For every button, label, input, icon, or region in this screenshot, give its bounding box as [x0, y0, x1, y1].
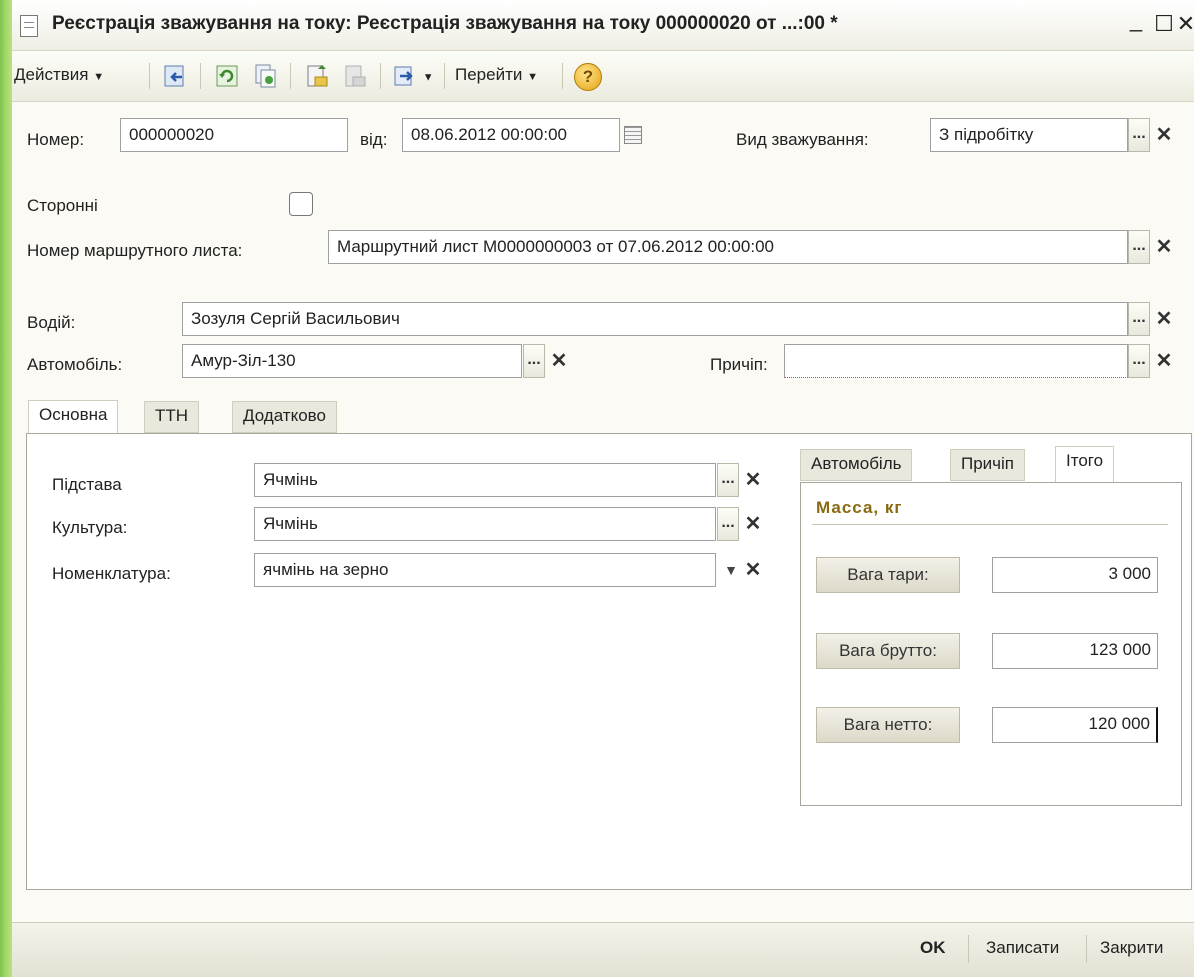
date-label: від:: [360, 130, 388, 149]
route-list-label: Номер маршрутного листа:: [27, 241, 243, 260]
subtab-car[interactable]: Автомобіль: [800, 449, 913, 481]
enter-on-basis-button[interactable]: ▼: [392, 63, 434, 89]
driver-label: Водій:: [27, 313, 76, 332]
basis-select-button[interactable]: ...: [717, 463, 739, 497]
ok-button[interactable]: OK: [920, 938, 946, 958]
copy-document-icon[interactable]: [252, 63, 278, 89]
help-icon[interactable]: ?: [574, 63, 602, 91]
toolbar-separator: [290, 63, 291, 89]
mass-heading: Масса, кг: [816, 498, 903, 517]
nomenclature-field[interactable]: ячмінь на зерно: [254, 553, 716, 587]
toolbar: Действия ▼ ▼ Перейти ▼ ?: [12, 51, 1194, 102]
route-list-select-button[interactable]: ...: [1128, 230, 1150, 264]
net-weight-field[interactable]: 120 000: [992, 707, 1158, 743]
close-button[interactable]: ✕: [1172, 8, 1194, 40]
chevron-down-icon: ▼: [422, 71, 434, 84]
trailer-select-button[interactable]: ...: [1128, 344, 1150, 378]
chevron-down-icon: ▼: [527, 71, 538, 83]
car-field[interactable]: Амур-Зіл-130: [182, 344, 522, 378]
driver-select-button[interactable]: ...: [1128, 302, 1150, 336]
date-field[interactable]: 08.06.2012 00:00:00: [402, 118, 620, 152]
subtab-trailer[interactable]: Причіп: [950, 449, 1026, 481]
calendar-icon[interactable]: [624, 126, 642, 144]
tab-additional[interactable]: Додатково: [232, 401, 337, 433]
minimize-button[interactable]: _: [1122, 4, 1150, 36]
trailer-label: Причіп:: [710, 355, 768, 374]
number-label: Номер:: [27, 130, 85, 149]
goto-menu-label: Перейти: [455, 65, 523, 84]
culture-select-button[interactable]: ...: [717, 507, 739, 541]
basis-label: Підстава: [52, 475, 122, 494]
chevron-down-icon: ▼: [93, 71, 105, 83]
route-list-clear-icon[interactable]: ✕: [1152, 230, 1176, 264]
driver-field[interactable]: Зозуля Сергій Васильович: [182, 302, 1128, 336]
car-label: Автомобіль:: [27, 355, 123, 374]
weigh-type-clear-icon[interactable]: ✕: [1152, 118, 1176, 152]
subtab-total[interactable]: Ітого: [1055, 446, 1115, 483]
culture-label: Культура:: [52, 518, 128, 537]
weigh-type-select-button[interactable]: ...: [1128, 118, 1150, 152]
actions-menu-label: Действия: [14, 65, 89, 84]
tare-weight-button[interactable]: Вага тари:: [816, 557, 960, 593]
car-clear-icon[interactable]: ✕: [547, 344, 571, 378]
route-list-field[interactable]: Маршрутний лист М0000000003 от 07.06.201…: [328, 230, 1128, 264]
create-based-on-icon: [394, 66, 413, 86]
toolbar-separator: [200, 63, 201, 89]
car-select-button[interactable]: ...: [523, 344, 545, 378]
footer-bar: OK Записати Закрити: [12, 922, 1194, 977]
basis-clear-icon[interactable]: ✕: [741, 463, 765, 497]
weigh-type-field[interactable]: З підробітку: [930, 118, 1128, 152]
help-icon-glyph: ?: [582, 67, 594, 86]
window-title: Реєстрація зважування на току: Реєстраці…: [52, 13, 838, 34]
gross-weight-button[interactable]: Вага брутто:: [816, 633, 960, 669]
save-button[interactable]: Записати: [986, 938, 1059, 958]
toolbar-separator: [380, 63, 381, 89]
footer-separator: [968, 935, 969, 963]
gross-weight-field[interactable]: 123 000: [992, 633, 1158, 669]
culture-clear-icon[interactable]: ✕: [741, 507, 765, 541]
weigh-type-label: Вид зважування:: [736, 130, 869, 149]
close-form-button[interactable]: Закрити: [1100, 938, 1163, 958]
nomenclature-label: Номенклатура:: [52, 564, 171, 583]
trailer-clear-icon[interactable]: ✕: [1152, 344, 1176, 378]
tare-weight-field[interactable]: 3 000: [992, 557, 1158, 593]
driver-clear-icon[interactable]: ✕: [1152, 302, 1176, 336]
post-document-icon[interactable]: [304, 63, 330, 89]
goto-menu[interactable]: Перейти ▼: [455, 65, 538, 85]
actions-menu[interactable]: Действия ▼: [14, 65, 104, 85]
trailer-field[interactable]: [784, 344, 1128, 378]
tab-main[interactable]: Основна: [28, 400, 119, 434]
toolbar-separator: [444, 63, 445, 89]
number-field[interactable]: 000000020: [120, 118, 348, 152]
nomenclature-clear-icon[interactable]: ✕: [741, 553, 765, 587]
tab-ttn[interactable]: ТТН: [144, 401, 200, 433]
document-icon: [20, 15, 38, 37]
title-bar: Реєстрація зважування на току: Реєстраці…: [12, 0, 1194, 51]
document-window: Реєстрація зважування на току: Реєстраці…: [12, 0, 1194, 977]
footer-separator: [1086, 935, 1087, 963]
chevron-down-icon[interactable]: ▼: [719, 553, 743, 587]
third-party-checkbox[interactable]: [289, 192, 313, 216]
culture-field[interactable]: Ячмінь: [254, 507, 716, 541]
toolbar-separator: [149, 63, 150, 89]
post-and-close-icon[interactable]: [162, 63, 188, 89]
refresh-icon[interactable]: [214, 63, 240, 89]
unpost-document-icon[interactable]: [342, 63, 368, 89]
third-party-label: Сторонні: [27, 196, 98, 215]
toolbar-separator: [562, 63, 563, 89]
net-weight-button[interactable]: Вага нетто:: [816, 707, 960, 743]
mass-divider: [812, 524, 1168, 525]
basis-field[interactable]: Ячмінь: [254, 463, 716, 497]
